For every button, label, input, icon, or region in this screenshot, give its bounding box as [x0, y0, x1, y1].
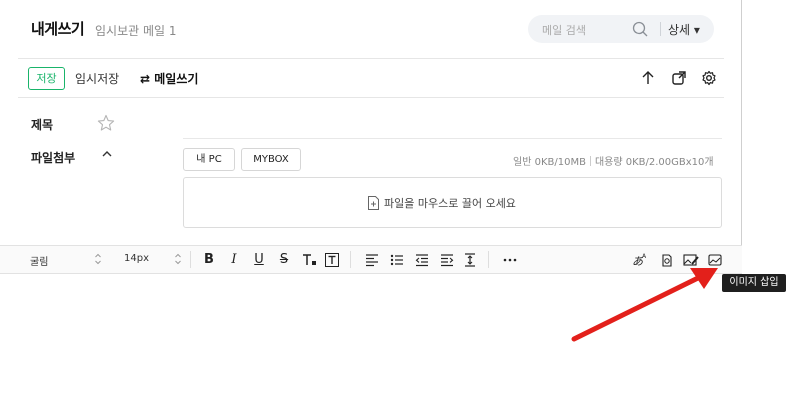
toolbar-separator — [488, 251, 489, 268]
compose-header: 내게쓰기 임시보관 메일 1 메일 검색 상세 ▾ — [0, 0, 742, 58]
toolbar-separator — [350, 251, 351, 268]
underline-icon[interactable]: U — [251, 252, 267, 268]
mybox-button[interactable]: MYBOX — [241, 148, 301, 171]
text-background-icon[interactable] — [324, 252, 340, 268]
line-height-icon[interactable] — [462, 252, 478, 268]
font-size-select[interactable]: 14px — [124, 253, 149, 264]
gear-icon[interactable] — [700, 69, 718, 87]
star-icon[interactable] — [97, 114, 115, 132]
compose-toolbar: 저장 임시저장 ⇄ 메일쓰기 — [18, 58, 724, 98]
toolbar-separator — [190, 251, 191, 268]
save-draft-button[interactable]: 임시저장 — [75, 70, 119, 87]
subject-label: 제목 — [31, 118, 54, 132]
indent-icon[interactable] — [439, 252, 455, 268]
attachment-quota: 일반 0KB/10MB 대용량 0KB/2.00GBx10개 — [513, 153, 714, 168]
strikethrough-icon[interactable]: S — [276, 252, 292, 268]
save-button[interactable]: 저장 — [28, 67, 65, 90]
my-pc-button[interactable]: 내 PC — [183, 148, 235, 171]
font-updown-icon[interactable] — [94, 252, 102, 266]
file-plus-icon — [368, 196, 379, 210]
switch-to-mail-button[interactable]: ⇄ 메일쓰기 — [140, 70, 198, 87]
page-title: 내게쓰기 — [31, 20, 85, 38]
more-icon[interactable] — [502, 252, 518, 268]
quota-general: 일반 0KB/10MB — [513, 157, 586, 168]
bold-icon[interactable]: B — [201, 252, 217, 268]
outdent-icon[interactable] — [414, 252, 430, 268]
search-input[interactable]: 메일 검색 — [542, 22, 586, 38]
text-color-icon[interactable] — [301, 252, 317, 268]
chevron-up-icon[interactable] — [101, 148, 113, 160]
quota-divider — [589, 156, 591, 166]
detail-search-button[interactable]: 상세 ▾ — [668, 21, 700, 38]
annotation-arrow-icon — [571, 268, 718, 342]
file-dropzone[interactable]: 파일을 마우스로 끌어 오세요 — [183, 177, 722, 228]
draft-count-link[interactable]: 임시보관 메일 1 — [95, 22, 177, 39]
mail-search[interactable]: 메일 검색 상세 ▾ — [528, 15, 714, 43]
bullet-list-icon[interactable] — [389, 252, 405, 268]
popout-icon[interactable] — [670, 69, 688, 87]
font-family-select[interactable]: 굴림 — [30, 253, 48, 268]
page-gutter — [743, 0, 800, 416]
size-updown-icon[interactable] — [174, 252, 182, 266]
dropzone-text: 파일을 마우스로 끌어 오세요 — [384, 197, 516, 210]
subject-input[interactable] — [183, 138, 722, 139]
align-left-icon[interactable] — [364, 252, 380, 268]
up-arrow-icon[interactable] — [639, 69, 657, 87]
quota-large: 대용량 0KB/2.00GBx10개 — [594, 157, 714, 168]
italic-icon[interactable]: I — [226, 252, 242, 268]
search-icon[interactable] — [632, 21, 648, 37]
search-divider — [660, 22, 661, 36]
attachment-label: 파일첨부 — [31, 151, 76, 165]
